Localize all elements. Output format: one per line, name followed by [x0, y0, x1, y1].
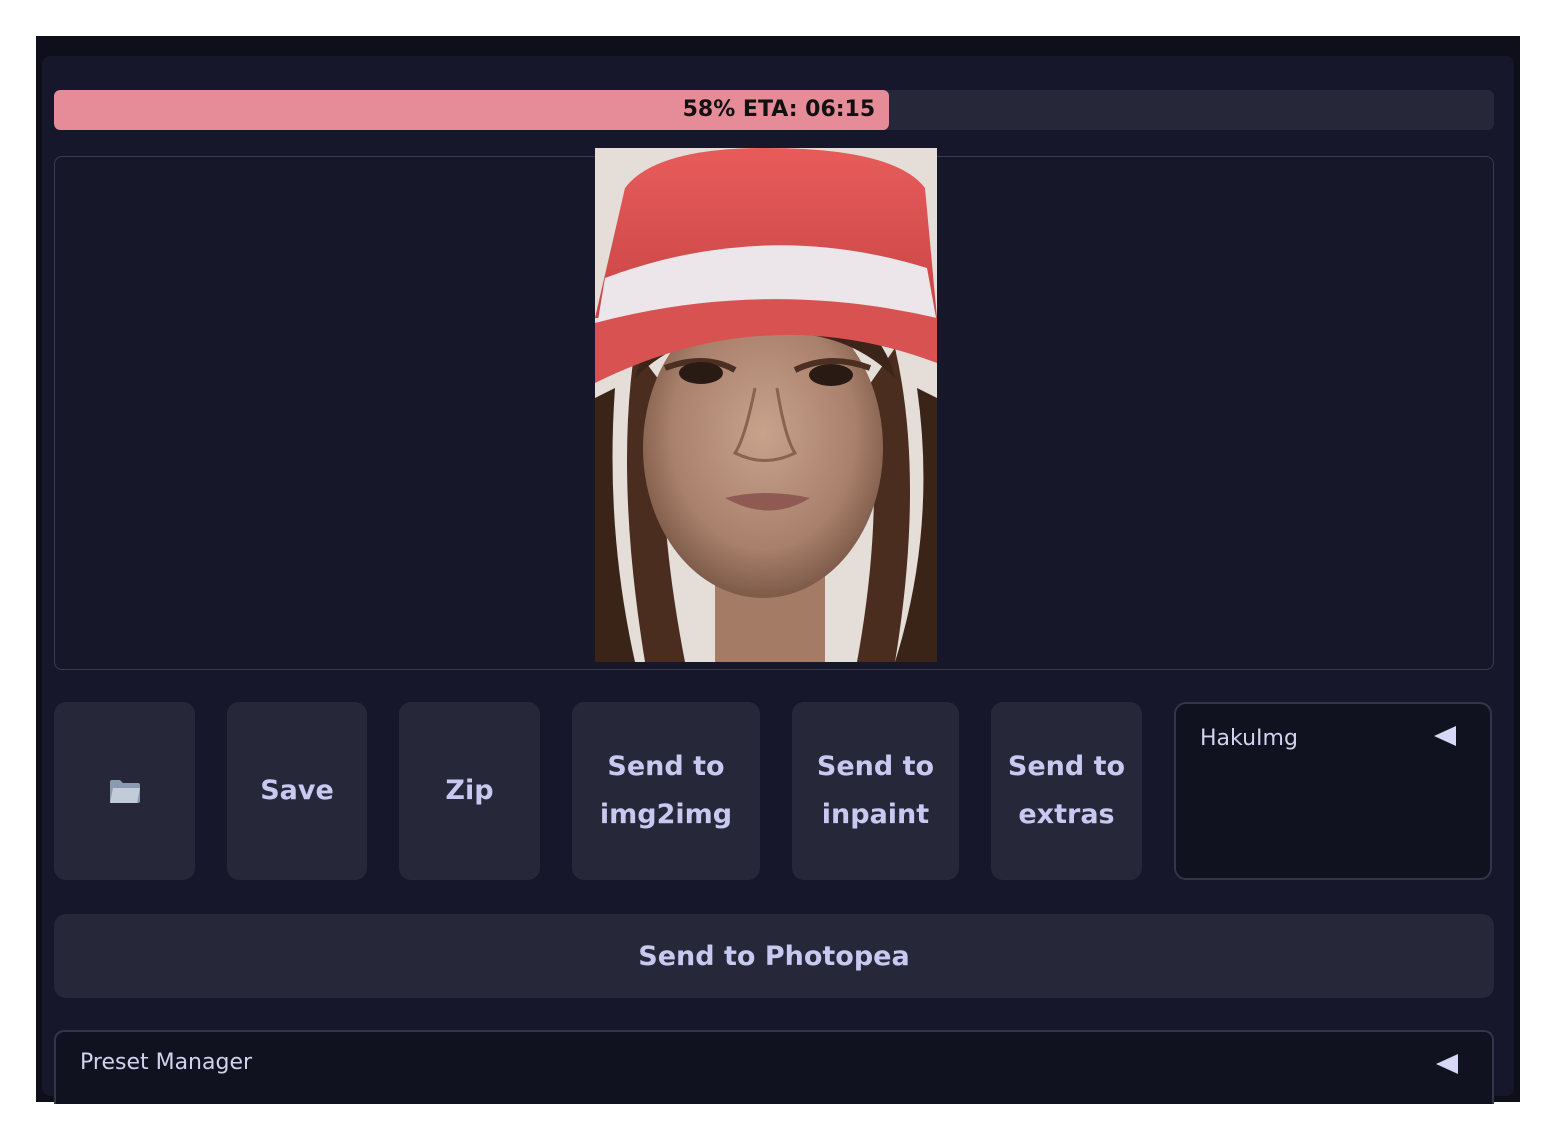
folder-icon — [109, 780, 140, 803]
send-to-inpaint-button[interactable]: Send to inpaint — [792, 702, 959, 880]
preset-manager-label: Preset Manager — [80, 1050, 253, 1075]
generated-image[interactable] — [595, 148, 937, 662]
progress-text: 58% ETA: 06:15 — [682, 97, 876, 122]
portrait-graphic — [595, 148, 937, 662]
progress-fill: 58% ETA: 06:15 — [54, 90, 890, 130]
hakuimg-accordion[interactable]: HakuImg — [1174, 702, 1492, 880]
send-to-extras-button[interactable]: Send to extras — [991, 702, 1142, 880]
open-folder-button[interactable] — [54, 702, 195, 880]
output-panel: 58% ETA: 06:15 Save Zip Send to img2img … — [42, 56, 1514, 1104]
app-window: 58% ETA: 06:15 Save Zip Send to img2img … — [36, 36, 1520, 1104]
progress-bar: 58% ETA: 06:15 — [54, 90, 1494, 130]
preset-manager-accordion[interactable]: Preset Manager — [54, 1030, 1494, 1104]
save-button[interactable]: Save — [227, 702, 367, 880]
collapse-arrow-icon[interactable] — [1436, 1054, 1458, 1074]
zip-button[interactable]: Zip — [399, 702, 540, 880]
send-to-photopea-button[interactable]: Send to Photopea — [54, 914, 1494, 998]
hakuimg-label: HakuImg — [1200, 726, 1298, 751]
collapse-arrow-icon[interactable] — [1434, 726, 1456, 746]
send-to-img2img-button[interactable]: Send to img2img — [572, 702, 760, 880]
